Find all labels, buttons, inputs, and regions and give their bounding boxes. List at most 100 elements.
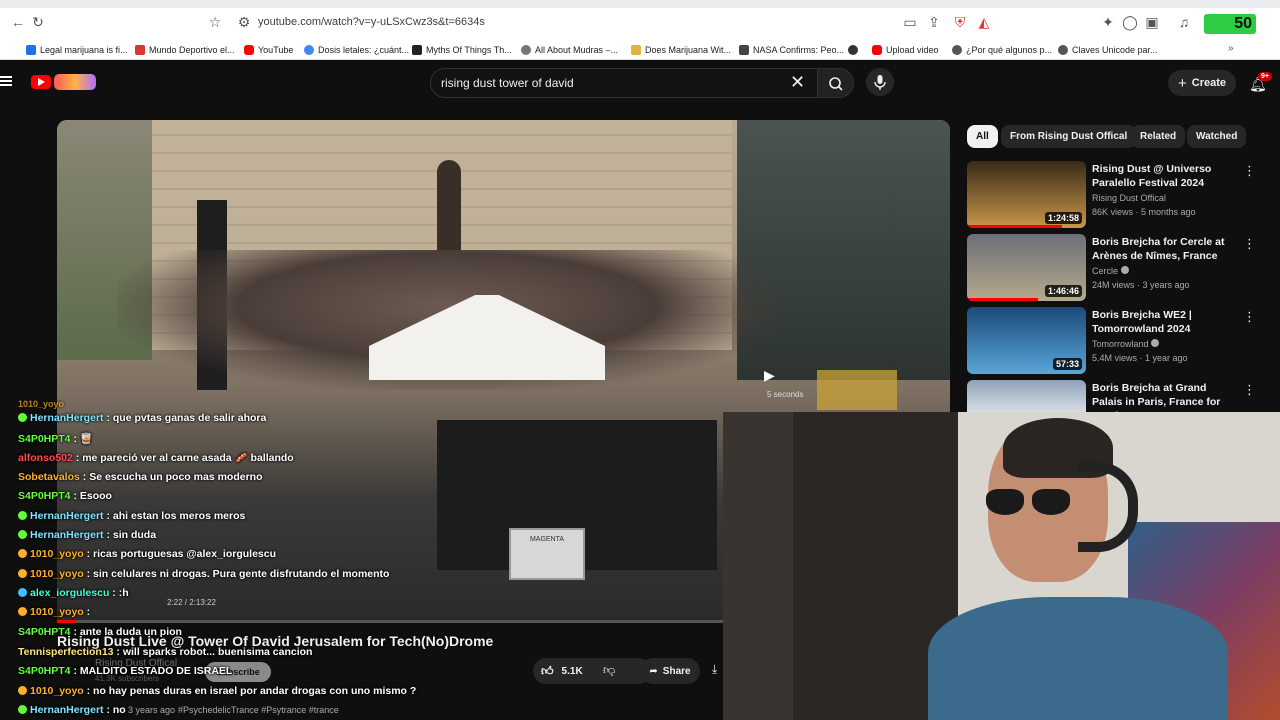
chat-message: HernanHergert : que pvtas ganas de salir… <box>18 412 266 424</box>
chat-message: 1010_yoyo : ricas portuguesas @alex_iorg… <box>18 548 276 560</box>
url-text[interactable]: youtube.com/watch?v=y-uLSxCwz3s&t=6634s <box>258 16 485 28</box>
duration-badge: 1:46:46 <box>1044 285 1082 297</box>
chip-all[interactable]: All <box>967 125 998 148</box>
video-thumbnail[interactable]: 1:24:58 <box>967 161 1086 228</box>
video-thumbnail[interactable]: 57:33 <box>967 307 1086 374</box>
chat-message: HernanHergert : sin duda <box>18 529 156 541</box>
chat-message: alfonso502 : me pareció ver al carne asa… <box>18 452 294 464</box>
video-meta: 5.4M views · 1 year ago <box>1092 353 1188 363</box>
more-actions-icon[interactable]: ⋮ <box>1243 236 1256 252</box>
rewards-icon[interactable]: ◭ <box>976 14 992 30</box>
next-video-icon[interactable]: ▶ <box>764 367 775 384</box>
tab-strip <box>0 0 1280 8</box>
share-button[interactable]: ➦ Share <box>640 658 700 684</box>
chat-message: Tennisperfection13 : will sparks robot..… <box>18 646 313 658</box>
bookmark-item[interactable]: Legal marijuana is fi... <box>26 43 128 57</box>
back-icon[interactable]: ← <box>10 14 26 30</box>
chip-related[interactable]: Related <box>1131 125 1186 148</box>
chat-badge-icon <box>18 588 27 597</box>
bookmark-item[interactable]: Upload video <box>872 43 939 57</box>
more-actions-icon[interactable]: ⋮ <box>1243 163 1256 179</box>
channel-name[interactable]: Cercle <box>1092 266 1129 276</box>
chat-message: alex_iorgulescu : :h <box>18 587 129 599</box>
create-button[interactable]: + Create <box>1168 70 1236 96</box>
search-icon <box>829 77 843 91</box>
webcam-overlay <box>723 412 1280 720</box>
voice-search-button[interactable] <box>866 68 894 96</box>
bookmark-item[interactable]: ¿Por qué algunos p... <box>952 43 1052 57</box>
site-info-icon[interactable]: ⚙ <box>236 14 252 30</box>
bookmark-item[interactable]: Mundo Deportivo el... <box>135 43 235 57</box>
bookmark-item[interactable] <box>848 43 858 57</box>
video-title[interactable]: Boris Brejcha for Cercle at Arènes de Nî… <box>1092 235 1237 263</box>
bookmark-item[interactable]: Does Marijuana Wit... <box>631 43 731 57</box>
chat-message: S4P0HPT4 : Esooo <box>18 490 112 502</box>
plus-icon: + <box>1177 74 1187 92</box>
chat-message: S4P0HPT4 : MALDITO ESTADO DE ISRAEL <box>18 665 233 677</box>
bookmark-star-icon[interactable]: ☆ <box>207 14 223 30</box>
upload-date: 3 years ago <box>128 705 176 715</box>
search-button[interactable] <box>818 68 854 98</box>
bookmark-item[interactable]: Dosis letales: ¿cuánt... <box>304 43 409 57</box>
music-icon[interactable]: ♫ <box>1176 14 1192 30</box>
channel-name[interactable]: Rising Dust Offical <box>1092 193 1166 203</box>
extension-icon[interactable]: ✦ <box>1100 14 1116 30</box>
chat-message: HernanHergert : no <box>18 704 126 716</box>
share-page-icon[interactable]: ⇪ <box>926 14 942 30</box>
stage-sign: MAGENTA <box>509 528 585 580</box>
search-input-value[interactable]: rising dust tower of david <box>441 76 574 90</box>
more-actions-icon[interactable]: ⋮ <box>1243 382 1256 398</box>
cast-icon[interactable]: ▭ <box>902 14 918 30</box>
bookmarks-overflow-icon[interactable]: » <box>1228 43 1234 54</box>
doodle-logo-icon[interactable] <box>54 74 96 90</box>
like-icon[interactable]: 👍︎ <box>541 664 554 679</box>
chat-badge-icon <box>18 511 27 520</box>
chat-message: HernanHergert : ahi estan los meros mero… <box>18 510 245 522</box>
bookmark-item[interactable]: All About Mudras –... <box>521 43 618 57</box>
chip-from-channel[interactable]: From Rising Dust Offical <box>1001 125 1137 148</box>
share-icon: ➦ <box>649 665 658 677</box>
more-actions-icon[interactable]: ⋮ <box>1243 309 1256 325</box>
chat-message: Sobetavalos : Se escucha un poco mas mod… <box>18 471 263 483</box>
share-label: Share <box>662 665 691 677</box>
stage-crates <box>817 370 897 410</box>
chat-badge-icon <box>18 413 27 422</box>
autoplay-countdown: 5 seconds <box>767 390 804 399</box>
chat-badge-icon <box>18 530 27 539</box>
menu-icon[interactable] <box>0 76 12 86</box>
sidebar-icon[interactable]: ▣ <box>1144 14 1160 30</box>
chat-message-partial: 1010_yoyo <box>18 399 65 409</box>
channel-name[interactable]: Tomorrowland <box>1092 339 1160 349</box>
like-count[interactable]: 5.1K <box>562 666 583 677</box>
clear-search-icon[interactable]: ✕ <box>790 73 805 91</box>
like-dislike-group: 👍︎ 5.1K <box>533 658 651 684</box>
verified-icon <box>1151 339 1160 347</box>
chip-watched[interactable]: Watched <box>1187 125 1247 148</box>
video-meta: 86K views · 5 months ago <box>1092 207 1196 217</box>
hashtags[interactable]: #PsychedelicTrance #Psytrance #trance <box>178 705 339 715</box>
chat-message: 1010_yoyo : no hay penas duras en israel… <box>18 685 416 697</box>
chat-badge-icon <box>18 705 27 714</box>
extension-counter-badge[interactable]: 50 <box>1204 14 1256 34</box>
youtube-logo-icon[interactable] <box>31 75 51 89</box>
video-title[interactable]: Rising Dust @ Universo Paralello Festiva… <box>1092 162 1237 190</box>
dislike-icon[interactable]: 👎︎ <box>603 663 615 678</box>
duration-badge: 57:33 <box>1052 358 1082 370</box>
chat-message: 1010_yoyo : sin celulares ni drogas. Pur… <box>18 568 389 580</box>
chat-badge-icon <box>18 607 27 616</box>
reload-icon[interactable]: ↻ <box>30 14 46 30</box>
download-icon[interactable]: ⤓ <box>712 662 717 677</box>
microphone-icon <box>874 75 886 90</box>
video-title[interactable]: Boris Brejcha WE2 | Tomorrowland 2024 <box>1092 308 1237 336</box>
bookmark-item[interactable]: NASA Confirms: Peo... <box>739 43 844 57</box>
brave-shield-icon[interactable]: ⛨ <box>952 14 968 30</box>
video-thumbnail[interactable] <box>967 380 1086 412</box>
webcam-door-frame <box>723 412 793 720</box>
bookmark-item[interactable]: Claves Unicode par... <box>1058 43 1158 57</box>
bookmark-item[interactable]: YouTube <box>244 43 293 57</box>
verified-icon <box>1120 266 1129 274</box>
chat-icon[interactable]: ◯ <box>1122 14 1138 30</box>
video-thumbnail[interactable]: 1:46:46 <box>967 234 1086 301</box>
chat-message: 1010_yoyo : <box>18 606 90 618</box>
bookmark-item[interactable]: Myths Of Things Th... <box>412 43 512 57</box>
